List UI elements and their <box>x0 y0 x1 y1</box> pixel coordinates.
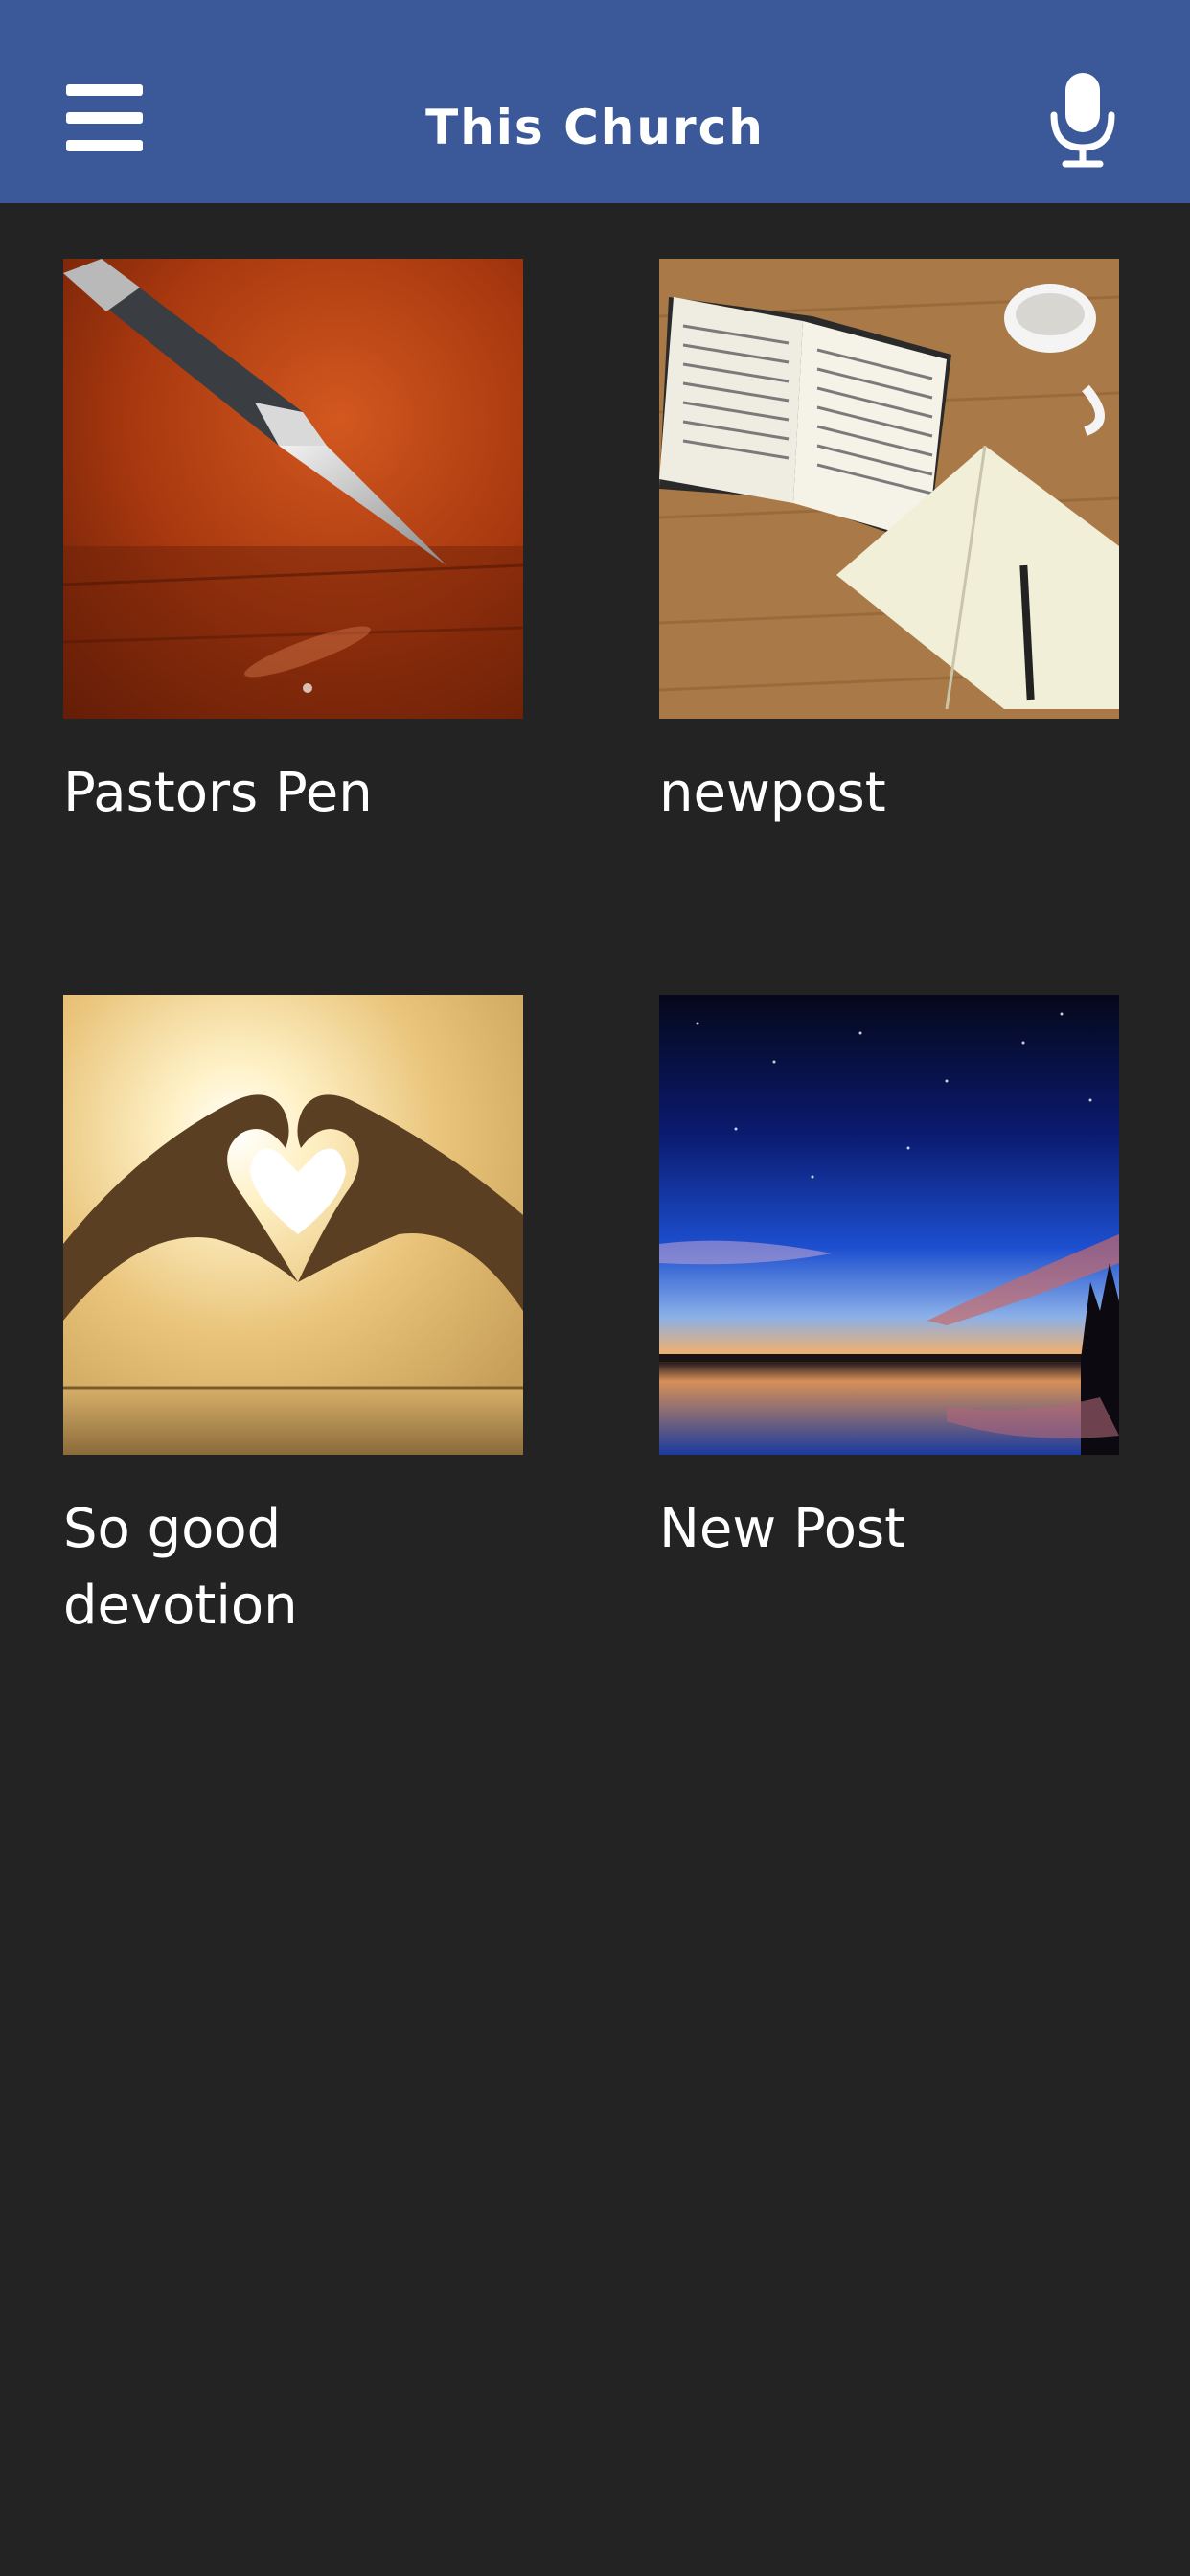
microphone-icon <box>1050 73 1115 168</box>
fountain-pen-image <box>63 259 523 719</box>
post-title: Pastors Pen <box>63 762 373 824</box>
post-card-pastors-pen[interactable]: Pastors Pen <box>63 259 523 832</box>
post-title: newpost <box>659 762 886 824</box>
open-bible-notebook-image <box>659 259 1119 719</box>
post-card-so-good-devotion[interactable]: So good devotion <box>63 995 523 1644</box>
post-card-new-post[interactable]: New Post <box>659 995 1119 1568</box>
page-title: This Church <box>425 100 765 155</box>
night-sky-lake-image <box>659 995 1119 1455</box>
post-title: New Post <box>659 1498 906 1560</box>
heart-hands-sunset-image <box>63 995 523 1455</box>
voice-search-button[interactable] <box>1044 67 1121 172</box>
post-card-newpost[interactable]: newpost <box>659 259 1119 832</box>
app-header: This Church <box>0 0 1190 203</box>
post-title: So good devotion <box>63 1498 298 1637</box>
